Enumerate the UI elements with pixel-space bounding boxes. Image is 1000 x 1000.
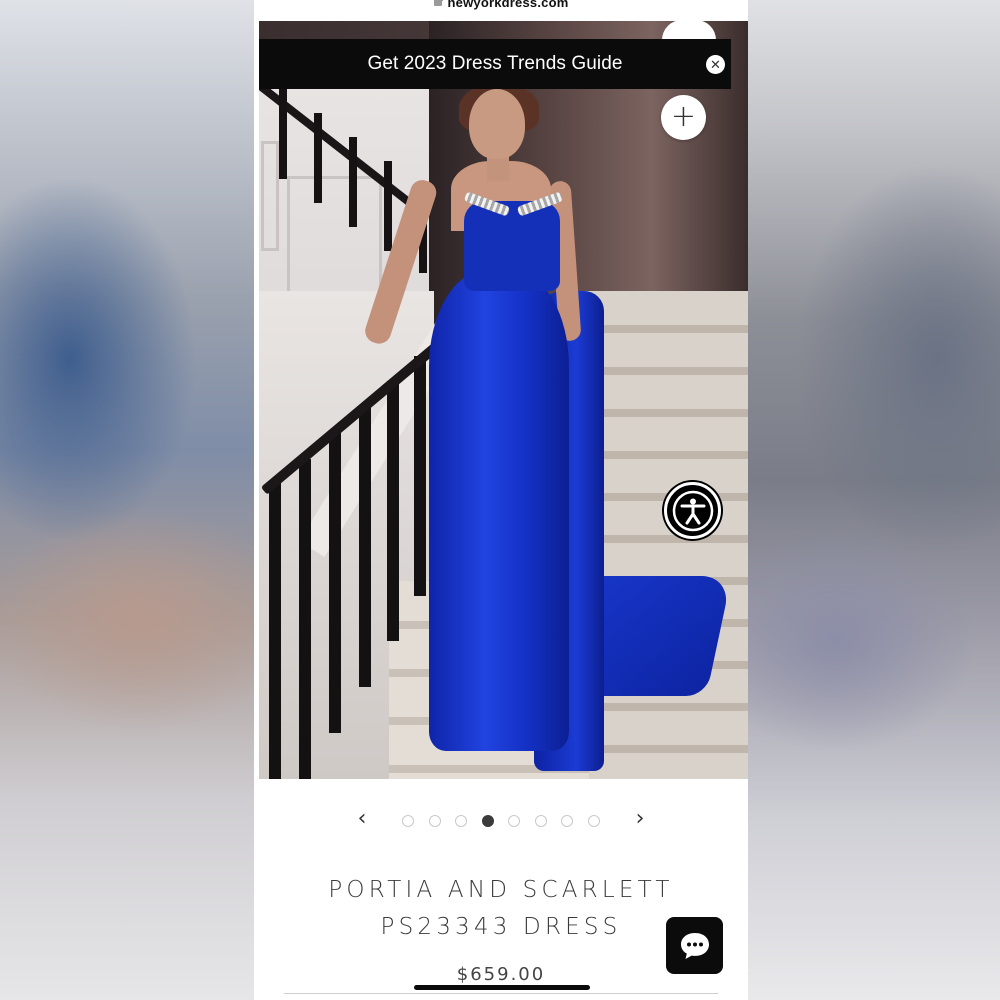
image-carousel-controls: ‹ › [254,806,748,836]
blurred-backdrop-left [0,0,254,1000]
carousel-prev-button[interactable]: ‹ [352,806,372,834]
close-icon[interactable]: ✕ [706,55,725,74]
carousel-dot[interactable] [481,815,494,827]
carousel-dot[interactable] [508,815,520,827]
url-text: newyorkdress.com [447,0,569,10]
blurred-backdrop-right [746,0,1000,1000]
plus-icon[interactable]: + [661,95,706,140]
baluster [299,459,311,779]
wall-panel [261,141,279,251]
upper-baluster [314,113,322,203]
baluster [414,356,426,596]
carousel-dot[interactable] [587,815,600,827]
divider [284,993,718,994]
partially-hidden-button [662,20,716,40]
upper-baluster [384,161,392,251]
baluster [359,407,371,687]
carousel-dot[interactable] [402,815,414,827]
address-bar[interactable]: newyorkdress.com [254,0,748,20]
carousel-dot[interactable] [428,815,441,827]
chat-button[interactable] [666,917,723,974]
carousel-dot[interactable] [561,815,573,827]
model-face [469,89,525,159]
baluster [329,433,341,733]
baluster [269,481,281,779]
product-title-line1: PORTIA AND SCARLETT [328,877,674,903]
carousel-dot[interactable] [455,815,467,827]
carousel-dot[interactable] [534,815,547,827]
home-indicator[interactable] [414,985,590,990]
upper-baluster [279,89,287,179]
upper-baluster [349,137,357,227]
promo-banner-text[interactable]: Get 2023 Dress Trends Guide [367,53,622,75]
accessibility-icon[interactable] [664,482,721,539]
mobile-screen: newyorkdress.com Get 2023 Dress Trends G… [254,0,748,1000]
dress-skirt [429,271,569,751]
chat-bubble-icon [680,932,709,959]
baluster [387,381,399,641]
carousel-next-button[interactable]: › [630,806,650,834]
accessibility-figure-icon [672,490,713,531]
dress-bodice [464,201,560,291]
lock-icon [433,0,443,6]
carousel-dots [402,815,600,827]
promo-banner[interactable]: Get 2023 Dress Trends Guide ✕ [259,39,731,89]
